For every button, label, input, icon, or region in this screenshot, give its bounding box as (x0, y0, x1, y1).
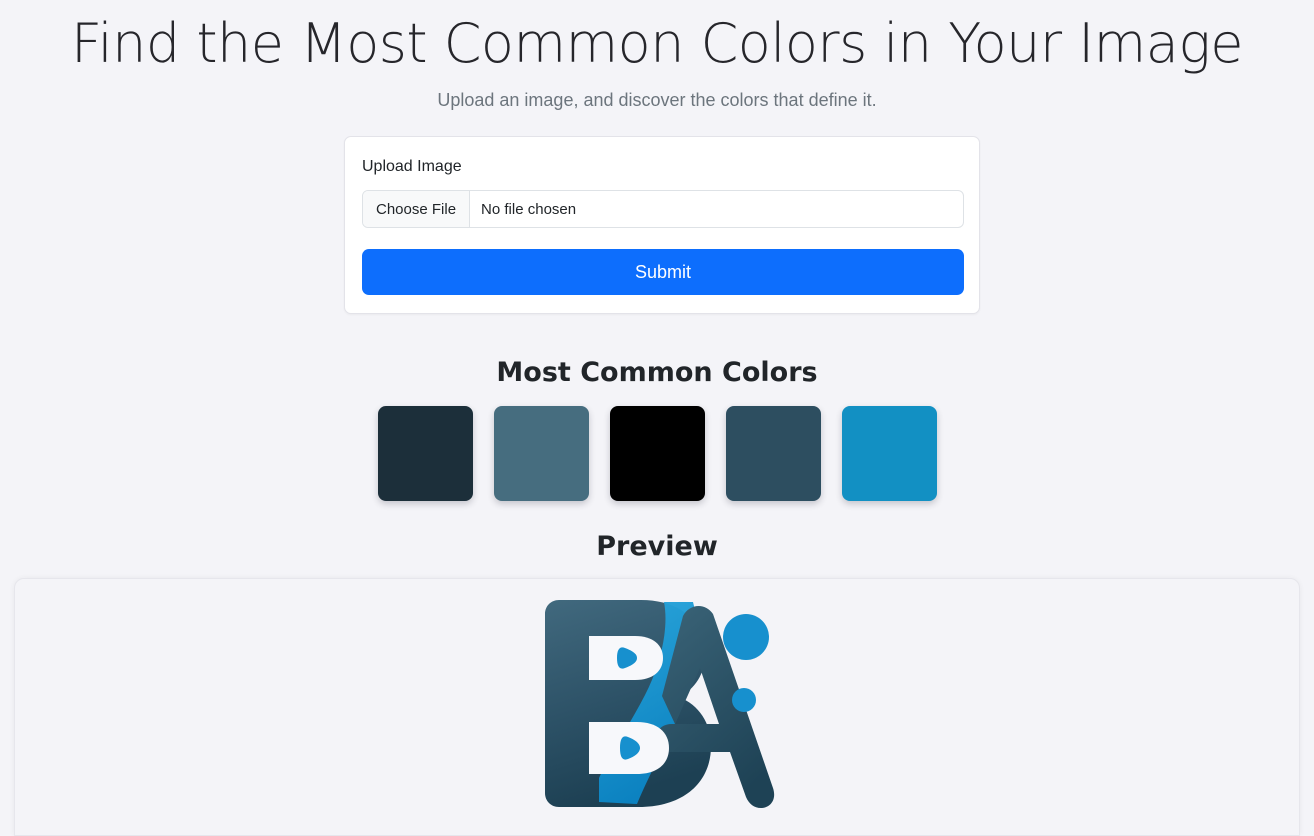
preview-heading: Preview (596, 531, 718, 562)
color-swatch[interactable] (725, 406, 821, 501)
color-swatch[interactable] (493, 406, 589, 501)
preview-image (533, 592, 781, 835)
page-subtitle: Upload an image, and discover the colors… (437, 90, 877, 110)
color-swatch[interactable] (841, 406, 937, 501)
submit-button[interactable]: Submit (362, 249, 964, 295)
most-common-colors-heading: Most Common Colors (496, 357, 818, 388)
preview-container (14, 578, 1300, 836)
upload-image-label: Upload Image (362, 158, 462, 175)
color-swatch[interactable] (377, 406, 473, 501)
file-input[interactable]: Choose File No file chosen (362, 190, 964, 228)
color-swatch[interactable] (609, 406, 705, 501)
page-title: Find the Most Common Colors in Your Imag… (71, 12, 1243, 75)
page-header: Find the Most Common Colors in Your Imag… (0, 0, 1314, 113)
logo-dot-large (723, 614, 769, 660)
choose-file-button[interactable]: Choose File (363, 191, 471, 227)
upload-card: Upload Image Choose File No file chosen … (344, 136, 980, 314)
color-swatch-list (0, 406, 1314, 501)
ba-logo-icon (533, 592, 781, 835)
file-name-text: No file chosen (481, 200, 577, 218)
page-root: Find the Most Common Colors in Your Imag… (0, 0, 1314, 836)
logo-dot-small (732, 688, 756, 712)
